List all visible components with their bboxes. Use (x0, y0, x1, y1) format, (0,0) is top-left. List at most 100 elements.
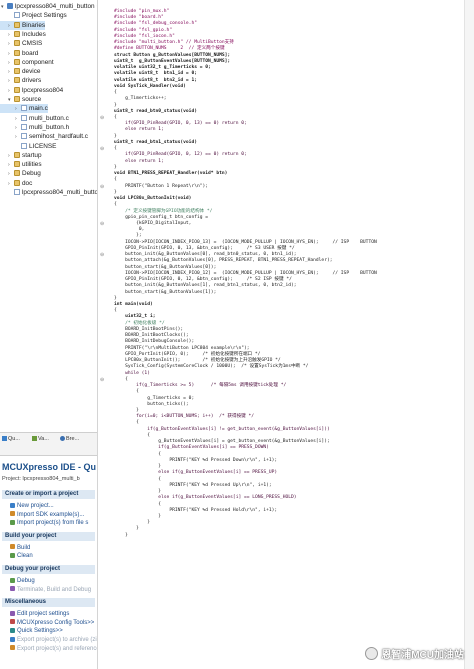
tree-item-cmsis[interactable]: › CMSIS (0, 39, 42, 48)
fold-icon[interactable]: ⊖ (100, 147, 105, 152)
quickstart-section-header[interactable]: Build your project (2, 531, 95, 541)
quickstart-section-header[interactable]: Debug your project (2, 565, 95, 574)
tree-item-license[interactable]: LICENSE (0, 142, 56, 151)
quickstart-link[interactable]: Edit project settings (10, 610, 69, 618)
clean-icon (10, 552, 15, 558)
code-editor[interactable]: ⊖ ⊖ ⊖ ⊖ ⊖ ⊖ #include "pin_mux.h" #include… (98, 0, 474, 669)
folder-icon (14, 161, 20, 168)
tree-item-lpcxpresso804[interactable]: › lpcxpresso804 (0, 86, 63, 95)
h-file-icon (21, 123, 27, 130)
editor-gutter: ⊖ ⊖ ⊖ ⊖ ⊖ ⊖ (98, 0, 112, 669)
breakpoints-tab[interactable]: Bre... (60, 436, 79, 442)
tree-item-multi-button-c[interactable]: › multi_button.c (0, 114, 69, 123)
fold-icon[interactable]: ⊖ (100, 222, 105, 227)
tree-item-label: doc (22, 179, 33, 187)
quickstart-tabbar: Qu... Va... Bre... (0, 432, 97, 456)
tree-item-doc[interactable]: › doc (0, 179, 32, 188)
tree-item-debug[interactable]: › Debug (0, 169, 41, 178)
quickstart-link[interactable]: Export project(s) and references (10, 645, 98, 653)
config-tools-icon (10, 619, 15, 625)
fold-icon[interactable]: ⊖ (100, 378, 105, 383)
quickstart-link-label: Terminate, Build and Debug (17, 586, 92, 593)
quickstart-link-label: Build (17, 544, 31, 551)
tree-item-component[interactable]: › component (0, 58, 54, 67)
build-icon (10, 544, 15, 550)
quickstart-link-label: Quick Settings>> (17, 628, 63, 635)
quickstart-link[interactable]: New project... (10, 502, 54, 510)
quickstart-link-label: Import SDK example(s)... (17, 511, 85, 518)
code-line[interactable]: IOCON->PIO[IOCON_INDEX_PIO0_13] = (IOCON… (114, 240, 377, 246)
quickstart-link[interactable]: Import project(s) from file s (10, 519, 88, 527)
tree-item-source[interactable]: ▾ source (0, 95, 41, 104)
edit-settings-icon (10, 610, 15, 616)
tree-item-label: Debug (22, 170, 41, 178)
fold-icon[interactable]: ⊖ (100, 253, 105, 258)
tree-item-main-c[interactable]: › main.c (0, 104, 48, 114)
tree-project-root[interactable]: ▾lpcxpresso804_multi_button<l (0, 2, 97, 11)
quickstart-link-label: Debug (17, 578, 35, 584)
quickstart-link-label: Import project(s) from file s (17, 520, 89, 527)
file-icon (14, 189, 20, 195)
watermark-text: 恩智浦MCU加油站 (381, 650, 464, 661)
quickstart-link[interactable]: Debug (10, 577, 35, 585)
quickstart-project-label: Project: lpcxpresso804_multi_b (2, 476, 80, 482)
folder-icon (14, 30, 20, 37)
folder-icon (14, 77, 20, 84)
quickstart-link-label: MCUXpresso Config Tools>> (17, 619, 95, 626)
fold-icon[interactable]: ⊖ (100, 116, 105, 121)
code-line[interactable]: } (114, 533, 377, 539)
tree-item-device[interactable]: › device (0, 67, 40, 76)
quickstart-link[interactable]: Quick Settings>> (10, 627, 63, 635)
quickstart-link[interactable]: Import SDK example(s)... (10, 511, 84, 519)
tree-item-drivers[interactable]: › drivers (0, 76, 41, 85)
quickstart-section-header[interactable]: Miscellaneous (2, 598, 95, 608)
tree-item-utilities[interactable]: › utilities (0, 160, 42, 169)
quickstart-link-label: Clean (17, 553, 33, 560)
folder-icon (14, 49, 20, 56)
folder-icon (14, 170, 20, 177)
gear-icon (14, 12, 20, 19)
quick-settings-icon (10, 627, 15, 633)
quickstart-link[interactable]: Terminate, Build and Debug (10, 586, 91, 594)
import-sdk-icon (10, 511, 15, 517)
folder-icon (14, 96, 20, 102)
tree-item-board[interactable]: › board (0, 49, 38, 58)
quickstart-link[interactable]: Clean (10, 552, 33, 560)
quickstart-link[interactable]: MCUXpresso Config Tools>> (10, 619, 94, 627)
tree-item-label: main.c (29, 105, 48, 113)
tree-item-includes[interactable]: › Includes (0, 30, 46, 39)
tree-item-semihost[interactable]: › semihost_hardfault.c (0, 132, 88, 141)
file-icon (21, 142, 27, 149)
tree-item-multi-button-h[interactable]: › multi_button.h (0, 123, 69, 132)
quickstart-link[interactable]: Build (10, 544, 30, 552)
fold-icon[interactable]: ⊖ (100, 185, 105, 190)
tree-item-label: utilities (22, 161, 42, 169)
tree-item-label: semihost_hardfault.c (29, 133, 88, 141)
quickstart-link[interactable]: Export project(s) to archive (zip) (10, 636, 97, 644)
folder-icon (14, 68, 20, 75)
tree-item-label: component (22, 58, 54, 66)
tree-item-label: multi_button.c (29, 114, 69, 122)
quickstart-section-header[interactable]: Create or import a project (2, 490, 95, 499)
tree-item-mex[interactable]: lpcxpresso804_multi_button.mex (0, 188, 97, 197)
folder-icon (14, 58, 20, 65)
tree-item-project-settings[interactable]: Project Settings (0, 11, 67, 20)
c-file-icon (21, 133, 27, 140)
overview-ruler[interactable] (464, 0, 474, 669)
tree-item-label: startup (22, 151, 42, 159)
tree-item-label: Project Settings (22, 12, 67, 20)
quickstart-tab[interactable]: Qu... (2, 436, 20, 442)
variables-tab[interactable]: Va... (32, 436, 49, 442)
tree-item-binaries[interactable]: › Binaries (0, 20, 46, 30)
source-code[interactable]: #include "pin_mux.h" #include "board.h" #i… (114, 9, 377, 539)
quickstart-link-label: Export project(s) and references (17, 645, 98, 652)
tree-item-label: lpcxpresso804_multi_button (15, 3, 95, 10)
tree-item-label: board (22, 49, 39, 57)
folder-icon (14, 179, 20, 186)
tree-item-label: Includes (22, 30, 46, 38)
wechat-logo-icon (365, 647, 379, 660)
tree-item-startup[interactable]: › startup (0, 151, 42, 160)
export-refs-icon (10, 645, 15, 651)
debug-icon (10, 577, 15, 583)
quickstart-tab-icon (2, 436, 7, 441)
